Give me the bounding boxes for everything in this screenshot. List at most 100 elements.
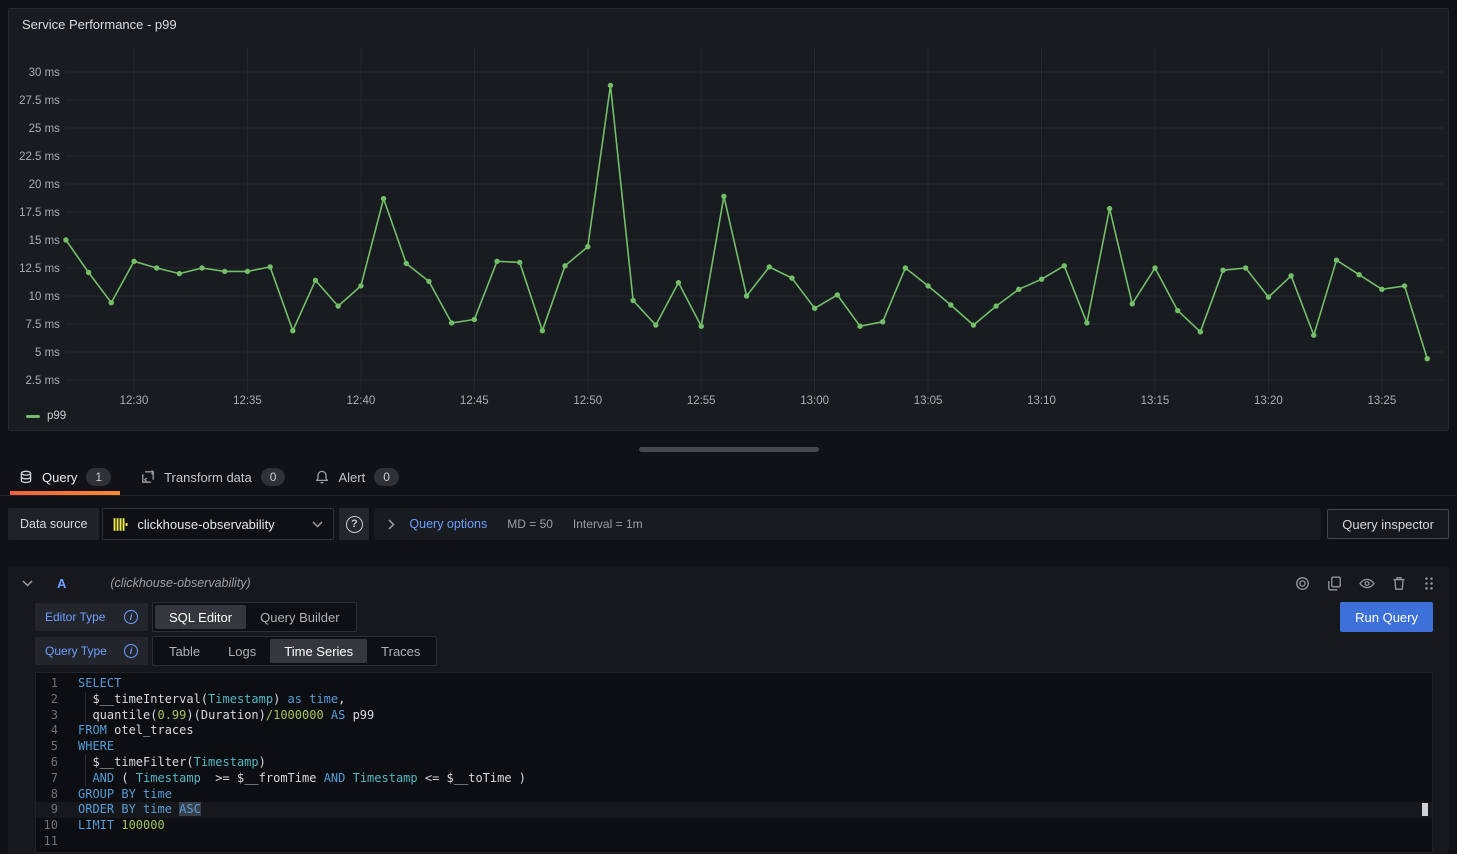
svg-text:13:10: 13:10 <box>1027 395 1056 407</box>
code-line-10[interactable]: 10LIMIT 100000 <box>36 818 1432 834</box>
code-line-8[interactable]: 8GROUP BY time <box>36 787 1432 803</box>
svg-text:12:30: 12:30 <box>120 395 149 407</box>
line-number: 10 <box>36 818 72 834</box>
chevron-down-icon <box>312 521 323 528</box>
query-type-row: Query Type i Table Logs Time Series Trac… <box>35 636 1433 666</box>
query-options-toggle[interactable]: Query options <box>409 517 487 531</box>
line-number: 4 <box>36 723 72 739</box>
tab-query[interactable]: Query 1 <box>9 459 121 495</box>
duplicate-query-icon[interactable] <box>1327 576 1342 591</box>
svg-text:25 ms: 25 ms <box>29 123 61 135</box>
sql-code-editor[interactable]: 1SELECT2 $__timeInterval(Timestamp) as t… <box>35 672 1433 853</box>
chart-area: 30 ms27.5 ms25 ms22.5 ms20 ms17.5 ms15 m… <box>9 39 1448 409</box>
hide-response-eye-icon[interactable] <box>1359 577 1375 590</box>
run-query-button[interactable]: Run Query <box>1340 602 1433 632</box>
drag-handle-icon[interactable] <box>1423 576 1435 591</box>
code-text: $__timeInterval(Timestamp) as time, <box>72 692 1432 708</box>
line-number: 9 <box>36 802 72 818</box>
panel-title: Service Performance - p99 <box>9 9 1448 39</box>
code-text: SELECT <box>72 676 1432 692</box>
datasource-value: clickhouse-observability <box>137 517 303 532</box>
editor-cursor-marker <box>1422 803 1428 816</box>
line-number: 2 <box>36 692 72 708</box>
code-line-4[interactable]: 4FROM otel_traces <box>36 723 1432 739</box>
chart-grid <box>66 47 1444 391</box>
svg-text:7.5 ms: 7.5 ms <box>25 319 60 331</box>
svg-text:20 ms: 20 ms <box>29 179 61 191</box>
editor-type-group: SQL Editor Query Builder <box>152 602 357 632</box>
svg-text:13:00: 13:00 <box>800 395 829 407</box>
svg-text:13:25: 13:25 <box>1367 395 1396 407</box>
query-row-header[interactable]: A (clickhouse-observability) <box>8 566 1449 600</box>
code-line-2[interactable]: 2 $__timeInterval(Timestamp) as time, <box>36 692 1432 708</box>
code-line-3[interactable]: 3 quantile(0.99)(Duration)/1000000 AS p9… <box>36 708 1432 724</box>
splitter-drag-handle[interactable] <box>639 447 819 452</box>
tab-query-badge: 1 <box>86 468 111 486</box>
tab-query-label: Query <box>42 470 77 485</box>
svg-text:12:35: 12:35 <box>233 395 262 407</box>
question-circle-icon: ? <box>346 516 363 533</box>
segment-logs[interactable]: Logs <box>214 639 270 663</box>
code-line-9[interactable]: 9ORDER BY time ASC <box>36 802 1432 818</box>
tab-alert[interactable]: Alert 0 <box>305 459 408 495</box>
query-type-group: Table Logs Time Series Traces <box>152 636 437 666</box>
interval-value: Interval = 1m <box>573 517 643 531</box>
segment-query-builder[interactable]: Query Builder <box>246 605 353 629</box>
info-icon[interactable]: i <box>124 610 138 624</box>
svg-text:13:20: 13:20 <box>1254 395 1283 407</box>
series-points <box>63 83 1430 362</box>
collapse-chevron-icon[interactable] <box>22 580 33 587</box>
bell-icon <box>315 470 329 484</box>
segment-table[interactable]: Table <box>155 639 214 663</box>
segment-time-series[interactable]: Time Series <box>270 639 367 663</box>
line-number: 3 <box>36 708 72 724</box>
clickhouse-logo-icon <box>113 517 128 532</box>
legend-series-label[interactable]: p99 <box>47 410 66 422</box>
svg-text:13:05: 13:05 <box>914 395 943 407</box>
legend-series-swatch <box>26 415 40 418</box>
line-number: 1 <box>36 676 72 692</box>
query-type-label: Query Type i <box>35 637 148 665</box>
database-icon <box>19 470 33 484</box>
line-number: 8 <box>36 787 72 803</box>
code-line-7[interactable]: 7 AND ( Timestamp >= $__fromTime AND Tim… <box>36 771 1432 787</box>
bottom-pane-tabs: Query 1 Transform data 0 Alert 0 <box>0 459 1457 496</box>
query-row-actions <box>1295 576 1435 591</box>
datasource-help-button[interactable]: ? <box>339 508 369 540</box>
segment-sql-editor[interactable]: SQL Editor <box>155 605 246 629</box>
code-text <box>72 834 1432 850</box>
datasource-label: Data source <box>8 508 99 540</box>
pane-splitter <box>0 439 1457 459</box>
query-ref-id[interactable]: A <box>57 576 66 591</box>
line-number: 5 <box>36 739 72 755</box>
chevron-right-icon[interactable] <box>388 519 395 530</box>
series-line <box>66 85 1427 358</box>
tab-transform-label: Transform data <box>164 470 252 485</box>
svg-text:12:40: 12:40 <box>347 395 376 407</box>
code-line-1[interactable]: 1SELECT <box>36 676 1432 692</box>
segment-traces[interactable]: Traces <box>367 639 434 663</box>
transform-icon <box>141 470 155 484</box>
svg-text:12:50: 12:50 <box>573 395 602 407</box>
datasource-picker[interactable]: clickhouse-observability <box>102 508 334 540</box>
svg-text:17.5 ms: 17.5 ms <box>19 207 60 219</box>
query-options-bar: Query options MD = 50 Interval = 1m <box>374 508 1321 540</box>
timeseries-panel: Service Performance - p99 30 ms27.5 ms25… <box>8 8 1449 431</box>
remove-query-trash-icon[interactable] <box>1392 576 1406 591</box>
disable-query-icon[interactable] <box>1295 576 1310 591</box>
line-number: 11 <box>36 834 72 850</box>
code-line-5[interactable]: 5WHERE <box>36 739 1432 755</box>
svg-text:2.5 ms: 2.5 ms <box>25 375 60 387</box>
line-number: 6 <box>36 755 72 771</box>
info-icon[interactable]: i <box>124 644 138 658</box>
svg-text:15 ms: 15 ms <box>29 235 61 247</box>
tab-transform-data[interactable]: Transform data 0 <box>131 459 295 495</box>
code-text: AND ( Timestamp >= $__fromTime AND Times… <box>72 771 1432 787</box>
query-inspector-button[interactable]: Query inspector <box>1327 509 1449 539</box>
code-line-6[interactable]: 6 $__timeFilter(Timestamp) <box>36 755 1432 771</box>
chart-legend[interactable]: p99 <box>9 410 1448 422</box>
svg-text:12.5 ms: 12.5 ms <box>19 263 60 275</box>
code-line-11[interactable]: 11 <box>36 834 1432 850</box>
svg-text:30 ms: 30 ms <box>29 67 61 79</box>
timeseries-svg: 30 ms27.5 ms25 ms22.5 ms20 ms17.5 ms15 m… <box>9 39 1448 409</box>
